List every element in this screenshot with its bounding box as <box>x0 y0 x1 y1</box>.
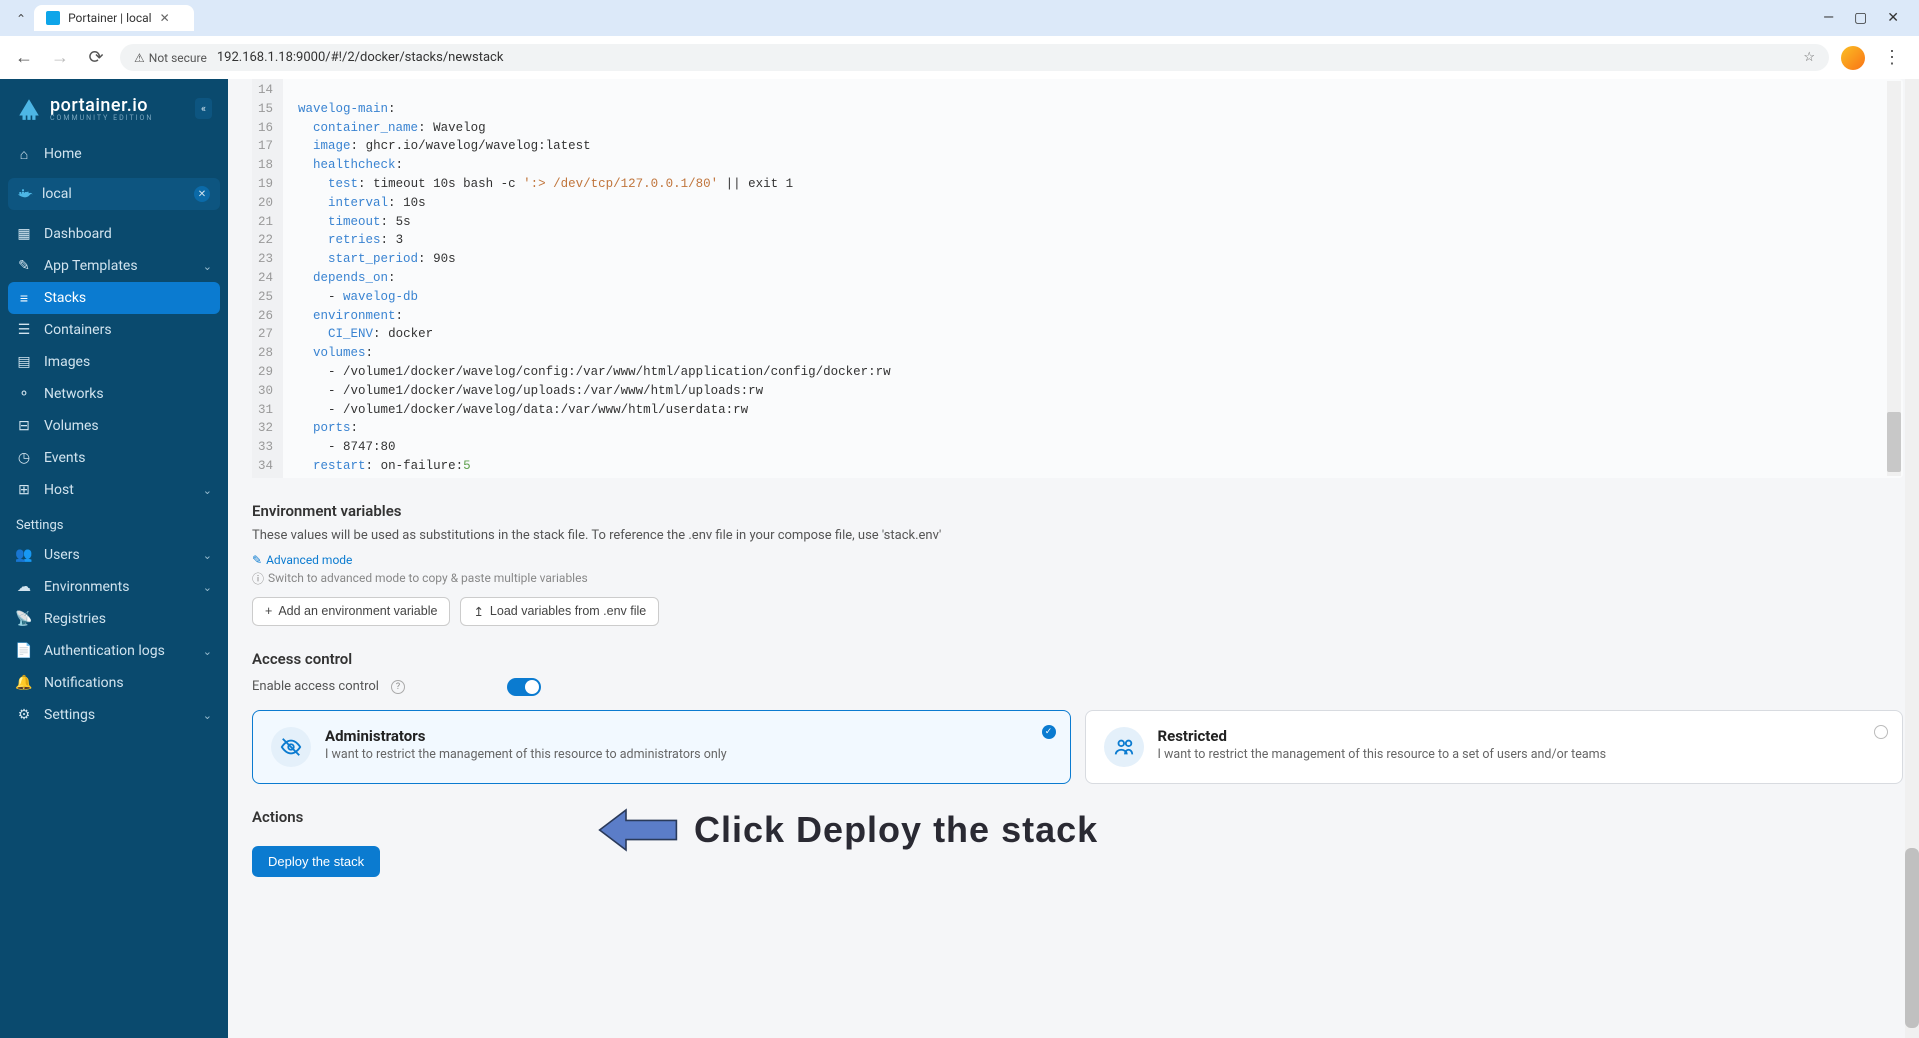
forward-button[interactable]: → <box>48 47 72 68</box>
chevron-down-icon: ⌄ <box>203 484 212 497</box>
chevron-down-icon: ⌄ <box>203 709 212 722</box>
networks-icon: ⚬ <box>16 386 32 402</box>
editor-gutter: 1415161718192021222324252627282930313233… <box>252 79 283 478</box>
browser-menu-icon[interactable]: ⋮ <box>1877 47 1907 68</box>
home-icon: ⌂ <box>16 146 32 162</box>
advanced-mode-hint: ⓘSwitch to advanced mode to copy & paste… <box>252 570 1903 587</box>
docker-icon <box>18 188 34 200</box>
volumes-icon: ⊟ <box>16 418 32 434</box>
favicon-icon <box>46 11 60 25</box>
containers-icon: ☰ <box>16 322 32 338</box>
sidebar-item-images[interactable]: ▤Images <box>0 346 228 378</box>
sidebar-item-environments[interactable]: ☁Environments⌄ <box>0 571 228 603</box>
load-env-file-button[interactable]: ↥Load variables from .env file <box>460 597 659 626</box>
admin-card-title: Administrators <box>325 727 727 745</box>
templates-icon: ✎ <box>16 258 32 274</box>
access-card-restricted[interactable]: Restricted I want to restrict the manage… <box>1085 710 1904 784</box>
environments-icon: ☁ <box>16 579 32 595</box>
dashboard-icon: ▦ <box>16 226 32 242</box>
chevron-down-icon: ⌄ <box>203 645 212 658</box>
environment-badge[interactable]: local ✕ <box>8 178 220 210</box>
warning-icon: ⚠ <box>134 51 145 65</box>
users-icon: 👥 <box>16 547 32 563</box>
sidebar-item-host[interactable]: ⊞Host⌄ <box>0 474 228 506</box>
editor-body[interactable]: wavelog-main: container_name: Wavelog im… <box>283 79 1903 478</box>
sidebar-collapse-button[interactable]: « <box>195 98 212 119</box>
sidebar-item-settings[interactable]: ⚙Settings⌄ <box>0 699 228 731</box>
yaml-editor[interactable]: 1415161718192021222324252627282930313233… <box>252 79 1903 478</box>
sidebar-item-stacks[interactable]: ≡Stacks <box>8 282 220 314</box>
sidebar-item-containers[interactable]: ☰Containers <box>0 314 228 346</box>
help-icon[interactable]: ? <box>391 680 405 694</box>
reload-button[interactable]: ⟳ <box>84 47 108 68</box>
bell-icon: 🔔 <box>16 675 32 691</box>
settings-header: Settings <box>0 506 228 539</box>
radio-checked-icon: ✓ <box>1042 725 1056 739</box>
actions-heading: Actions <box>252 808 1903 826</box>
restricted-card-title: Restricted <box>1158 727 1607 745</box>
gear-icon: ⚙ <box>16 707 32 723</box>
sidebar-item-home[interactable]: ⌂ Home <box>0 138 228 170</box>
env-close-icon[interactable]: ✕ <box>194 186 210 202</box>
brand-name: portainer.io <box>50 95 153 116</box>
info-icon: ⓘ <box>252 570 264 587</box>
events-icon: ◷ <box>16 450 32 466</box>
images-icon: ▤ <box>16 354 32 370</box>
sidebar-item-auth-logs[interactable]: 📄Authentication logs⌄ <box>0 635 228 667</box>
main-content: 1415161718192021222324252627282930313233… <box>228 79 1919 1038</box>
window-close-icon[interactable]: ✕ <box>1887 10 1899 26</box>
radio-unchecked-icon <box>1874 725 1888 739</box>
url-text: 192.168.1.18:9000/#!/2/docker/stacks/new… <box>217 50 504 65</box>
sidebar-item-users[interactable]: 👥Users⌄ <box>0 539 228 571</box>
plus-icon: + <box>265 604 272 618</box>
sidebar-item-networks[interactable]: ⚬Networks <box>0 378 228 410</box>
access-toggle-label: Enable access control <box>252 679 379 694</box>
host-icon: ⊞ <box>16 482 32 498</box>
main-scrollbar[interactable] <box>1905 79 1919 1038</box>
stacks-icon: ≡ <box>16 290 32 306</box>
window-minimize-icon[interactable]: — <box>1823 10 1834 26</box>
logs-icon: 📄 <box>16 643 32 659</box>
chevron-down-icon: ⌄ <box>203 549 212 562</box>
access-card-administrators[interactable]: Administrators I want to restrict the ma… <box>252 710 1071 784</box>
access-control-toggle[interactable] <box>507 678 541 696</box>
address-bar[interactable]: ⚠ Not secure 192.168.1.18:9000/#!/2/dock… <box>120 44 1829 71</box>
chevron-down-icon: ⌄ <box>203 260 212 273</box>
editor-scrollbar[interactable] <box>1887 81 1901 476</box>
brand-edition: COMMUNITY EDITION <box>50 114 153 122</box>
admin-card-desc: I want to restrict the management of thi… <box>325 747 727 762</box>
registries-icon: 📡 <box>16 611 32 627</box>
window-maximize-icon[interactable]: ▢ <box>1854 10 1867 26</box>
sidebar-item-registries[interactable]: 📡Registries <box>0 603 228 635</box>
sidebar-item-volumes[interactable]: ⊟Volumes <box>0 410 228 442</box>
sidebar-item-events[interactable]: ◷Events <box>0 442 228 474</box>
deploy-stack-button[interactable]: Deploy the stack <box>252 846 380 877</box>
browser-tab[interactable]: Portainer | local ✕ <box>34 5 194 31</box>
portainer-logo-icon <box>16 96 42 122</box>
tab-close-icon[interactable]: ✕ <box>160 11 170 25</box>
env-vars-help: These values will be used as substitutio… <box>252 528 1903 543</box>
add-env-var-button[interactable]: +Add an environment variable <box>252 597 450 626</box>
security-badge[interactable]: ⚠ Not secure <box>134 51 207 65</box>
sidebar-item-notifications[interactable]: 🔔Notifications <box>0 667 228 699</box>
access-control-heading: Access control <box>252 650 1903 668</box>
advanced-mode-link[interactable]: ✎Advanced mode <box>252 553 352 567</box>
profile-avatar[interactable] <box>1841 46 1865 70</box>
tab-dropdown-icon[interactable]: ⌄ <box>16 11 26 25</box>
users-group-icon <box>1104 727 1144 767</box>
sidebar: portainer.io COMMUNITY EDITION « ⌂ Home … <box>0 79 228 1038</box>
chevron-down-icon: ⌄ <box>203 581 212 594</box>
edit-icon: ✎ <box>252 553 262 567</box>
back-button[interactable]: ← <box>12 47 36 68</box>
sidebar-item-app-templates[interactable]: ✎App Templates⌄ <box>0 250 228 282</box>
env-name: local <box>42 186 72 202</box>
tab-title: Portainer | local <box>68 11 152 25</box>
bookmark-icon[interactable]: ☆ <box>1803 50 1815 65</box>
sidebar-item-dashboard[interactable]: ▦Dashboard <box>0 218 228 250</box>
upload-icon: ↥ <box>473 604 483 619</box>
restricted-card-desc: I want to restrict the management of thi… <box>1158 747 1607 762</box>
env-vars-heading: Environment variables <box>252 502 1903 520</box>
eye-off-icon <box>271 727 311 767</box>
